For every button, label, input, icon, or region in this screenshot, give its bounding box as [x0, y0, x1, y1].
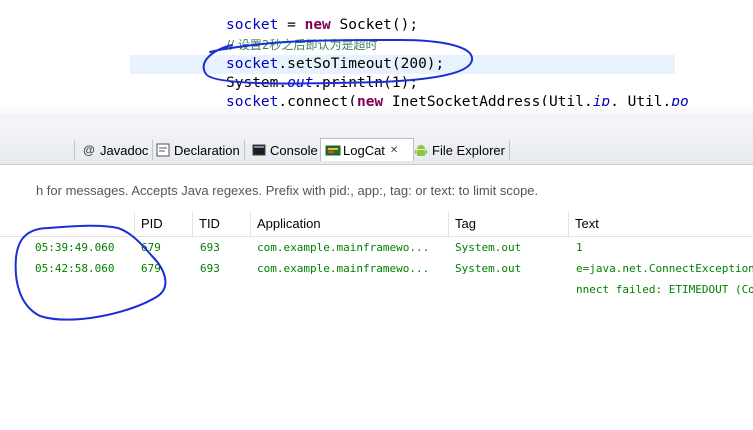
at-icon: @	[83, 143, 95, 157]
cell-time: 05:42:58.060	[35, 262, 115, 275]
column-header-tid[interactable]: TID	[193, 212, 251, 236]
column-header-time[interactable]	[0, 212, 135, 236]
tab-overflow[interactable]	[0, 140, 75, 160]
code-line-3[interactable]: socket.setSoTimeout(200);	[226, 55, 444, 74]
code-comment: // 设置2秒之后即认为是超时	[226, 38, 378, 52]
logcat-table: PID TID Application Tag Text 05:39:49.06…	[0, 212, 753, 430]
cell-tid: 693	[200, 241, 220, 254]
view-tab-bar: @ Javadoc Declaration Console LogCat ✕ F…	[0, 118, 753, 165]
logcat-search-row	[0, 178, 753, 202]
code-token: Socket();	[330, 17, 419, 33]
tab-logcat[interactable]: LogCat ✕	[320, 138, 414, 161]
cell-text: e=java.net.ConnectException: failed to c…	[576, 262, 753, 275]
column-header-text[interactable]: Text	[569, 212, 753, 236]
code-line-4[interactable]: System.out.println(1);	[226, 74, 418, 93]
android-icon	[414, 143, 428, 157]
column-header-pid[interactable]: PID	[135, 212, 193, 236]
tab-label: Javadoc	[100, 142, 149, 158]
code-line-2[interactable]: // 设置2秒之后即认为是超时	[226, 36, 378, 55]
tab-label: LogCat	[343, 142, 385, 158]
cell-time: 05:39:49.060	[35, 241, 115, 254]
declaration-icon	[156, 143, 170, 157]
code-token: socket	[226, 17, 279, 33]
tab-label: Declaration	[174, 142, 240, 158]
code-token: .println(1);	[313, 75, 419, 91]
tab-declaration[interactable]: Declaration	[152, 140, 245, 160]
logcat-search-input[interactable]	[0, 178, 753, 202]
column-header-tag[interactable]: Tag	[449, 212, 569, 236]
tab-file-explorer[interactable]: File Explorer	[410, 140, 510, 160]
logcat-icon	[325, 143, 341, 157]
cell-tid: 693	[200, 262, 220, 275]
console-icon	[252, 143, 266, 157]
code-keyword: new	[304, 17, 331, 33]
cell-text-continuation: nnect failed: ETIMEDOUT (Connection time…	[576, 283, 753, 296]
tab-label: File Explorer	[432, 142, 505, 158]
code-token: =	[278, 17, 305, 33]
cell-tag: System.out	[455, 241, 522, 254]
column-header-application[interactable]: Application	[251, 212, 449, 236]
tab-console[interactable]: Console	[248, 140, 323, 160]
code-token: socket	[226, 56, 279, 72]
tab-label: Console	[270, 142, 318, 158]
code-token: System.	[226, 75, 288, 91]
code-field: out	[287, 75, 314, 91]
cell-text: 1	[576, 241, 583, 254]
code-line-1[interactable]: socket = new Socket();	[226, 16, 418, 35]
cell-application: com.example.mainframewo...	[257, 241, 430, 254]
close-icon[interactable]: ✕	[390, 145, 398, 156]
tab-javadoc[interactable]: @ Javadoc	[78, 140, 154, 160]
cell-application: com.example.mainframewo...	[257, 262, 430, 275]
cell-tag: System.out	[455, 262, 522, 275]
cell-pid: 679	[141, 262, 161, 275]
table-header: PID TID Application Tag Text	[0, 212, 753, 237]
code-editor[interactable]: socket = new Socket(); // 设置2秒之后即认为是超时 s…	[0, 0, 753, 120]
code-token: .setSoTimeout(200);	[278, 56, 445, 72]
cell-pid: 679	[141, 241, 161, 254]
